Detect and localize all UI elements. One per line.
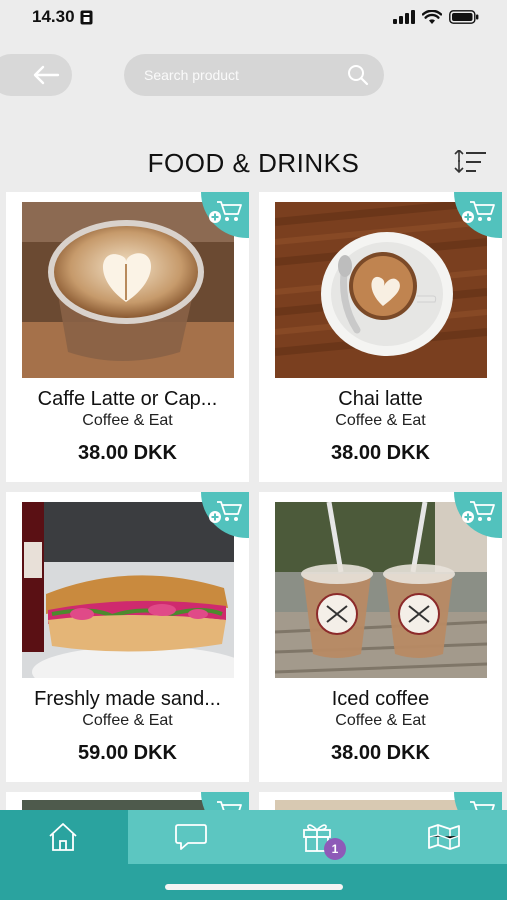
product-name: Freshly made sand...: [34, 688, 221, 710]
product-vendor: Coffee & Eat: [82, 712, 173, 729]
product-vendor: Coffee & Eat: [82, 412, 173, 429]
product-name: Iced coffee: [331, 688, 430, 710]
product-vendor: Coffee & Eat: [335, 412, 426, 429]
product-card[interactable]: Chai latte Coffee & Eat 38.00 DKK: [259, 192, 502, 482]
tab-map[interactable]: [381, 810, 507, 864]
arrow-left-icon: [33, 65, 60, 85]
gift-count-badge: 1: [324, 838, 346, 860]
status-time: 14.30: [32, 7, 93, 27]
wifi-icon: [422, 9, 442, 24]
product-price: 38.00 DKK: [331, 442, 430, 464]
status-bar: 14.30: [0, 0, 507, 34]
tab-gifts[interactable]: 1: [254, 810, 380, 864]
sim-card-icon: [80, 10, 93, 24]
home-icon: [49, 823, 77, 851]
search-input[interactable]: [144, 67, 346, 83]
tab-home[interactable]: [0, 810, 126, 864]
add-to-cart-icon: [462, 201, 495, 223]
product-name: Chai latte: [338, 388, 423, 410]
filter-button[interactable]: [453, 148, 487, 178]
add-to-cart-icon: [209, 201, 242, 223]
product-name: Caffe Latte or Cap...: [37, 388, 218, 410]
sort-filter-icon: [454, 148, 486, 174]
add-to-cart-icon: [462, 501, 495, 523]
status-time-text: 14.30: [32, 7, 75, 26]
product-photo-iced-coffee: [275, 502, 487, 678]
status-indicators: [393, 9, 479, 25]
product-price: 38.00 DKK: [78, 442, 177, 464]
product-card[interactable]: Caffe Latte or Cap... Coffee & Eat 38.00…: [6, 192, 249, 482]
home-indicator: [165, 884, 343, 890]
page-title: FOOD & DRINKS: [147, 148, 360, 178]
product-card[interactable]: Iced coffee Coffee & Eat 38.00 DKK: [259, 492, 502, 782]
bottom-tab-bar: 1: [0, 810, 507, 900]
search-icon[interactable]: [346, 63, 370, 87]
back-button[interactable]: [0, 54, 72, 96]
product-price: 59.00 DKK: [78, 742, 177, 764]
product-photo-chai-latte: [275, 202, 487, 378]
cellular-signal-icon: [393, 10, 415, 24]
product-vendor: Coffee & Eat: [335, 712, 426, 729]
search-box[interactable]: [124, 54, 384, 96]
product-photo-sandwich: [22, 502, 234, 678]
product-card[interactable]: Freshly made sand... Coffee & Eat 59.00 …: [6, 492, 249, 782]
chat-bubble-icon: [175, 824, 207, 850]
tab-messages[interactable]: [128, 810, 254, 864]
add-to-cart-icon: [209, 501, 242, 523]
map-icon: [428, 824, 460, 850]
product-photo-latte: [22, 202, 234, 378]
battery-icon: [449, 10, 479, 24]
product-price: 38.00 DKK: [331, 742, 430, 764]
